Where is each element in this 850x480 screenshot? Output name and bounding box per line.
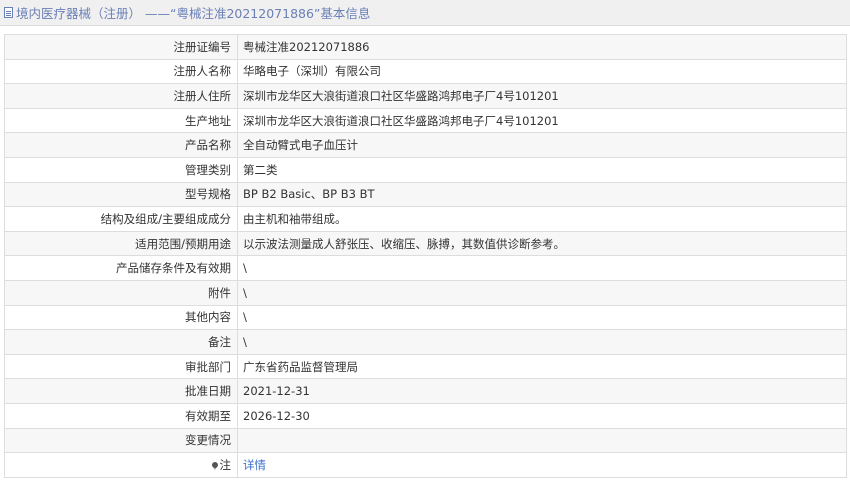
row-value: \ — [237, 255, 847, 281]
page: 境内医疗器械（注册） ——“粤械注准20212071886”基本信息 注册证编号… — [0, 0, 850, 480]
row-label: 产品储存条件及有效期 — [4, 255, 238, 281]
row-label: 其他内容 — [4, 304, 238, 331]
row-label: 管理类别 — [4, 156, 238, 183]
page-header: 境内医疗器械（注册） ——“粤械注准20212071886”基本信息 — [0, 0, 850, 26]
info-table-body: 注册证编号 粤械注准20212071886 注册人名称 华略电子（深圳）有限公司 注… — [4, 34, 847, 478]
row-value: 广东省药品监督管理局 — [237, 353, 847, 380]
row-label: 适用范围/预期用途 — [4, 230, 238, 257]
row-value: 第二类 — [237, 156, 847, 183]
row-value: \ — [237, 329, 847, 355]
table-row: 有效期至 2026-12-30 — [4, 402, 847, 429]
row-label: 审批部门 — [4, 353, 238, 380]
row-label: 有效期至 — [4, 402, 238, 429]
row-value: 华略电子（深圳）有限公司 — [237, 58, 847, 85]
table-row: 产品名称 全自动臂式电子血压计 — [4, 132, 847, 158]
row-label: 产品名称 — [4, 132, 238, 158]
document-icon — [4, 7, 13, 18]
row-label: 附件 — [4, 279, 238, 306]
row-value: 以示波法测量成人舒张压、收缩压、脉搏，其数值供诊断参考。 — [237, 230, 847, 257]
table-row: 注册人住所 深圳市龙华区大浪街道浪口社区华盛路鸿邦电子厂4号101201 — [4, 83, 847, 109]
info-table: 注册证编号 粤械注准20212071886 注册人名称 华略电子（深圳）有限公司 注… — [4, 34, 847, 478]
table-row: 附件 \ — [4, 279, 847, 306]
row-value: 粤械注准20212071886 — [237, 34, 847, 60]
table-row: 审批部门 广东省药品监督管理局 — [4, 353, 847, 380]
note-row: 注 详情 — [4, 452, 847, 478]
row-value: BP B2 Basic、BP B3 BT — [237, 181, 847, 208]
row-label: 注册人住所 — [4, 83, 238, 109]
row-label: 备注 — [4, 329, 238, 355]
row-value: 2026-12-30 — [237, 402, 847, 429]
row-value: 深圳市龙华区大浪街道浪口社区华盛路鸿邦电子厂4号101201 — [237, 107, 847, 134]
row-label: 变更情况 — [4, 427, 238, 454]
table-row: 变更情况 — [4, 427, 847, 454]
row-value: 由主机和袖带组成。 — [237, 206, 847, 232]
pin-icon — [211, 461, 218, 470]
row-value: 全自动臂式电子血压计 — [237, 132, 847, 158]
row-label: 结构及组成/主要组成成分 — [4, 206, 238, 232]
row-label: 注册证编号 — [4, 34, 238, 60]
row-value: 深圳市龙华区大浪街道浪口社区华盛路鸿邦电子厂4号101201 — [237, 83, 847, 109]
page-title: 境内医疗器械（注册） ——“粤械注准20212071886”基本信息 — [16, 6, 371, 21]
details-link[interactable]: 详情 — [243, 458, 266, 472]
row-value: 2021-12-31 — [237, 378, 847, 404]
table-row: 生产地址 深圳市龙华区大浪街道浪口社区华盛路鸿邦电子厂4号101201 — [4, 107, 847, 134]
table-row: 产品储存条件及有效期 \ — [4, 255, 847, 281]
table-row: 备注 \ — [4, 329, 847, 355]
table-row: 管理类别 第二类 — [4, 156, 847, 183]
row-value: \ — [237, 279, 847, 306]
table-row: 注册证编号 粤械注准20212071886 — [4, 34, 847, 60]
table-row: 其他内容 \ — [4, 304, 847, 331]
row-label: 生产地址 — [4, 107, 238, 134]
note-label: 注 — [219, 457, 232, 472]
table-row: 注册人名称 华略电子（深圳）有限公司 — [4, 58, 847, 85]
row-label: 批准日期 — [4, 378, 238, 404]
table-row: 结构及组成/主要组成成分 由主机和袖带组成。 — [4, 206, 847, 232]
row-value — [237, 427, 847, 454]
table-row: 批准日期 2021-12-31 — [4, 378, 847, 404]
row-value: \ — [237, 304, 847, 331]
table-row: 适用范围/预期用途 以示波法测量成人舒张压、收缩压、脉搏，其数值供诊断参考。 — [4, 230, 847, 257]
row-label: 型号规格 — [4, 181, 238, 208]
row-label: 注册人名称 — [4, 58, 238, 85]
note-value-cell: 详情 — [237, 452, 847, 478]
table-row: 型号规格 BP B2 Basic、BP B3 BT — [4, 181, 847, 208]
note-label-cell: 注 — [4, 452, 238, 478]
